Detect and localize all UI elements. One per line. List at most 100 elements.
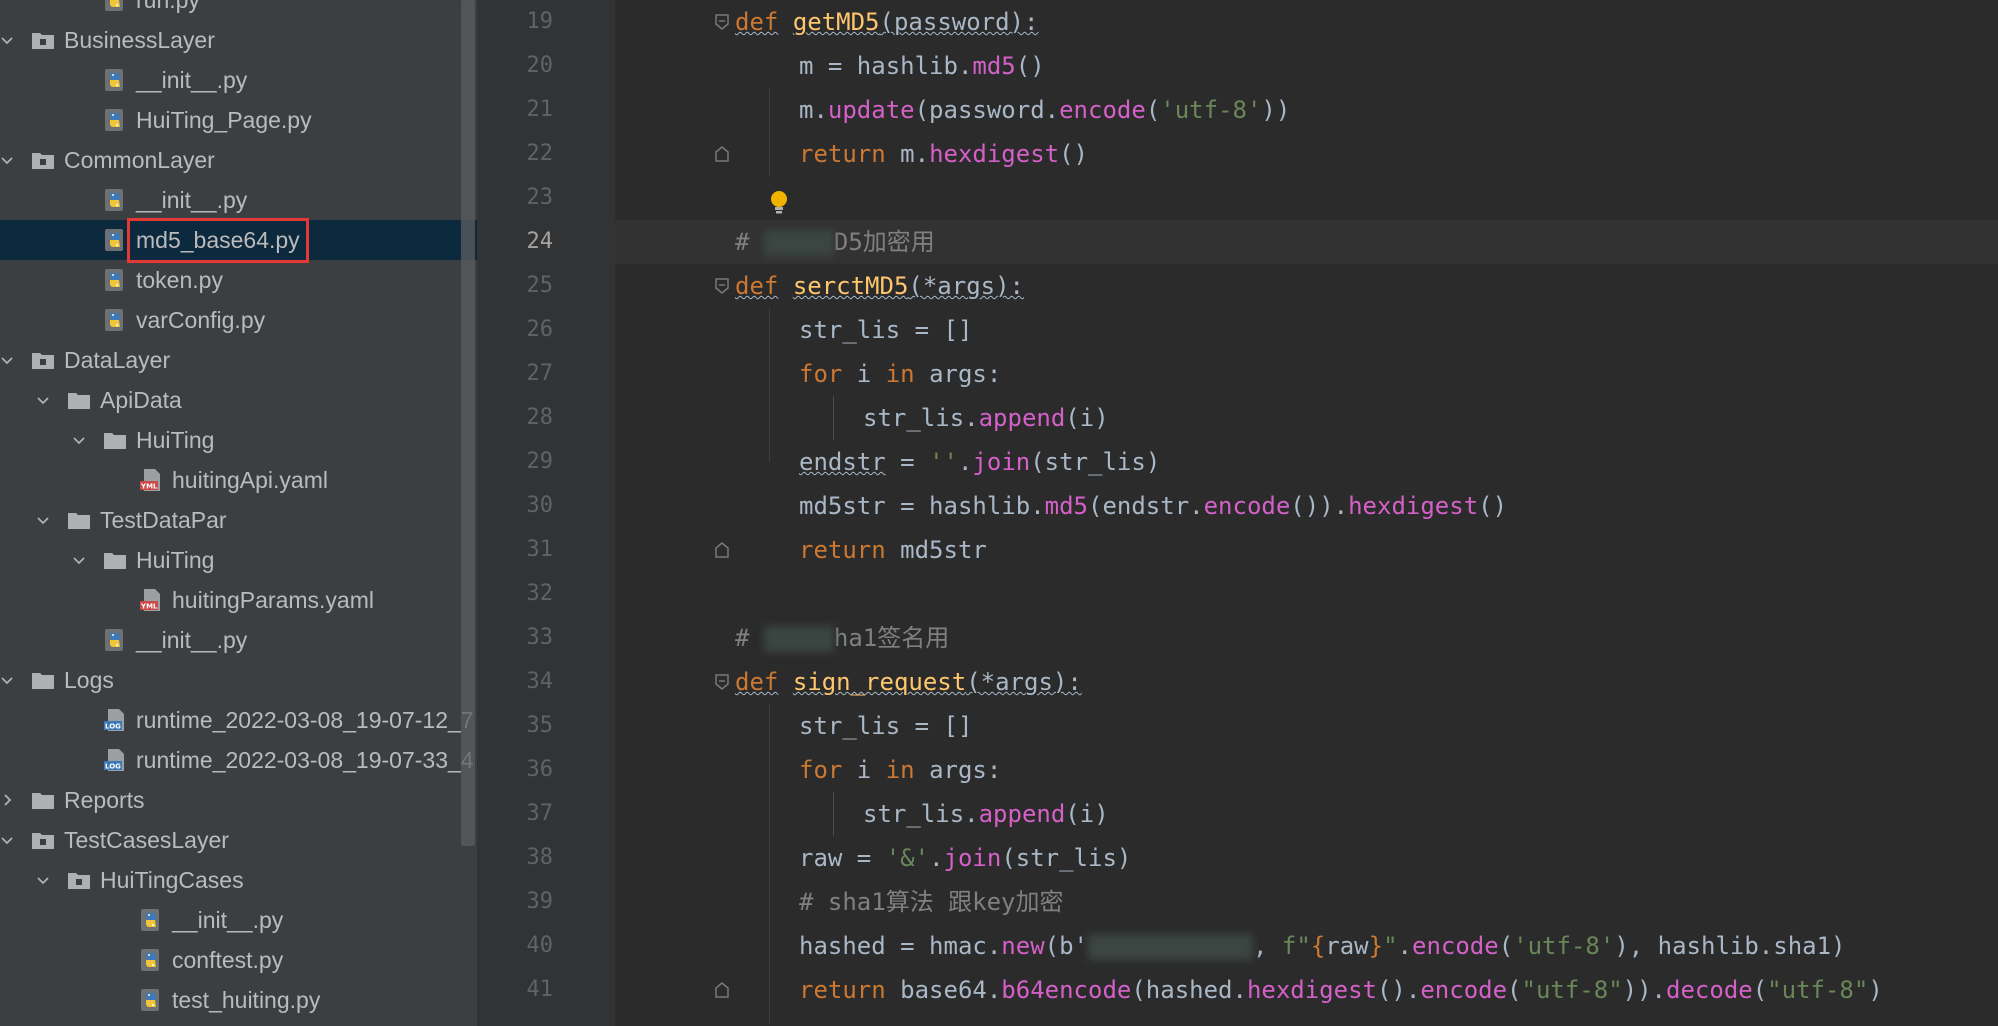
tree-file[interactable]: LOG runtime_2022-03-08_19-07-12_7 xyxy=(0,700,477,740)
tree-folder[interactable]: HuiTing xyxy=(0,420,477,460)
fold-icon[interactable] xyxy=(715,278,729,294)
code-line-30[interactable]: md5str = hashlib.md5(endstr.encode()).he… xyxy=(615,484,1998,528)
fold-end-icon[interactable] xyxy=(715,542,729,558)
chevron-down-icon[interactable] xyxy=(34,511,52,529)
tree-folder[interactable]: BusinessLayer xyxy=(0,20,477,60)
code-line-24[interactable]: # D5加密用 xyxy=(615,220,1998,264)
chevron-down-icon[interactable] xyxy=(0,831,16,849)
code-line-21[interactable]: m.update(password.encode('utf-8')) xyxy=(615,88,1998,132)
tree-folder[interactable]: HuiTing xyxy=(0,540,477,580)
code-line-27[interactable]: for i in args: xyxy=(615,352,1998,396)
fold-icon[interactable] xyxy=(715,674,729,690)
code-editor[interactable]: def getMD5(password): m = hashlib.md5() … xyxy=(615,0,1998,1026)
code-text: )). xyxy=(1622,976,1667,1004)
package-folder-icon xyxy=(66,867,92,893)
code-line-25[interactable]: def serctMD5(*args): xyxy=(615,264,1998,308)
tree-item-label: HuiTingCases xyxy=(100,866,244,893)
code-text: . xyxy=(1397,932,1412,960)
code-line-19[interactable]: def getMD5(password): xyxy=(615,0,1998,44)
code-text: ( xyxy=(1507,976,1522,1004)
folder-icon xyxy=(102,427,128,453)
string-literal: 'utf-8' xyxy=(1513,932,1615,960)
line-number: 29 xyxy=(526,449,554,474)
tree-folder[interactable]: TestCasesLayer xyxy=(0,820,477,860)
tree-file[interactable]: md5_base64.py xyxy=(0,217,477,263)
string-literal: "utf-8" xyxy=(1767,976,1869,1004)
tree-folder[interactable]: CommonLayer xyxy=(0,140,477,180)
keyword-return: return xyxy=(799,536,886,564)
code-line-33[interactable]: # ha1签名用 xyxy=(615,616,1998,660)
code-line-28[interactable]: str_lis.append(i) xyxy=(615,396,1998,440)
chevron-down-icon[interactable] xyxy=(70,431,88,449)
chevron-down-icon[interactable] xyxy=(0,31,16,49)
tree-item-label: BusinessLayer xyxy=(64,26,215,53)
tree-folder[interactable]: HuiTingCases xyxy=(0,860,477,900)
tree-file[interactable]: varConfig.py xyxy=(0,300,477,340)
code-text: (password. xyxy=(914,96,1060,124)
line-number: 40 xyxy=(526,933,554,958)
string-literal: '&' xyxy=(885,844,930,872)
tree-file[interactable]: __init__.py xyxy=(0,60,477,100)
code-line-29[interactable]: endstr = ''.join(str_lis) xyxy=(615,440,1998,484)
method-call: encode xyxy=(1412,932,1499,960)
tree-folder[interactable]: Logs xyxy=(0,660,477,700)
code-line-37[interactable]: str_lis.append(i) xyxy=(615,792,1998,836)
code-text: (i) xyxy=(1065,404,1109,432)
method-call: join xyxy=(972,448,1031,476)
code-line-23[interactable] xyxy=(615,176,1998,220)
code-line-34[interactable]: def sign_request(*args): xyxy=(615,660,1998,704)
code-line-22[interactable]: return m.hexdigest() xyxy=(615,132,1998,176)
code-line-40[interactable]: hashed = hmac.new(b', f"{raw}".encode('u… xyxy=(615,924,1998,968)
tree-file[interactable]: __init__.py xyxy=(0,620,477,660)
tree-item-label: Reports xyxy=(64,786,145,813)
line-number: 25 xyxy=(526,273,554,298)
tree-file[interactable]: test_huiting.py xyxy=(0,980,477,1020)
fold-end-icon[interactable] xyxy=(715,146,729,162)
code-line-41[interactable]: return base64.b64encode(hashed.hexdigest… xyxy=(615,968,1998,1012)
fstring-brace: { xyxy=(1310,932,1326,960)
chevron-down-icon[interactable] xyxy=(34,391,52,409)
tree-file[interactable]: conftest.py xyxy=(0,940,477,980)
code-text: )) xyxy=(1261,96,1291,124)
code-line-38[interactable]: raw = '&'.join(str_lis) xyxy=(615,836,1998,880)
method-call: join xyxy=(943,844,1002,872)
tree-file[interactable]: __init__.py xyxy=(0,900,477,940)
tree-scrollbar[interactable] xyxy=(461,0,475,846)
tree-file[interactable]: token.py xyxy=(0,260,477,300)
tree-file[interactable]: HuiTing_Page.py xyxy=(0,100,477,140)
code-line-31[interactable]: return md5str xyxy=(615,528,1998,572)
code-text: hashed = hmac. xyxy=(799,932,1002,960)
python-file-icon xyxy=(102,227,128,253)
method-call: hexdigest xyxy=(929,140,1060,168)
chevron-down-icon[interactable] xyxy=(0,151,16,169)
code-line-32[interactable] xyxy=(615,572,1998,616)
code-line-35[interactable]: str_lis = [] xyxy=(615,704,1998,748)
tree-item-label: token.py xyxy=(136,266,223,293)
line-number: 23 xyxy=(526,185,554,210)
chevron-down-icon[interactable] xyxy=(34,871,52,889)
code-text: str_lis = [] xyxy=(799,316,973,344)
tree-file[interactable]: __init__.py xyxy=(0,180,477,220)
tree-folder[interactable]: ApiData xyxy=(0,380,477,420)
tree-file[interactable]: YML huitingApi.yaml xyxy=(0,460,477,500)
chevron-down-icon[interactable] xyxy=(0,671,16,689)
tree-folder[interactable]: DataLayer xyxy=(0,340,477,380)
fold-icon[interactable] xyxy=(715,14,729,30)
tree-item-label: __init__.py xyxy=(136,66,248,93)
code-line-26[interactable]: str_lis = [] xyxy=(615,308,1998,352)
chevron-down-icon[interactable] xyxy=(70,551,88,569)
tree-file[interactable]: LOG runtime_2022-03-08_19-07-33_4 xyxy=(0,740,477,780)
tree-folder[interactable]: Reports xyxy=(0,780,477,820)
code-line-36[interactable]: for i in args: xyxy=(615,748,1998,792)
chevron-right-icon[interactable] xyxy=(0,791,16,809)
tree-file[interactable]: YML huitingParams.yaml xyxy=(0,580,477,620)
code-text: () xyxy=(1059,140,1089,168)
code-line-39[interactable]: # sha1算法 跟key加密 xyxy=(615,880,1998,924)
method-call: hexdigest xyxy=(1348,492,1479,520)
code-line-20[interactable]: m = hashlib.md5() xyxy=(615,44,1998,88)
fold-end-icon[interactable] xyxy=(715,982,729,998)
chevron-down-icon[interactable] xyxy=(0,351,16,369)
python-file-icon xyxy=(102,267,128,293)
tree-folder[interactable]: TestDataPar xyxy=(0,500,477,540)
tree-file[interactable]: run.py xyxy=(0,0,477,20)
